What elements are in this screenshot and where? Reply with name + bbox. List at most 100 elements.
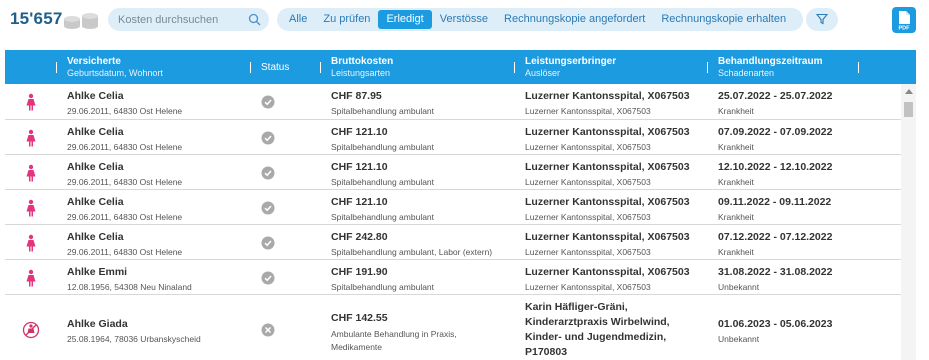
column-header-status[interactable]: Status	[261, 62, 289, 73]
status-done-icon	[261, 131, 275, 144]
service-provider: Luzerner Kantonsspital, X067503	[525, 230, 690, 243]
scroll-up-arrow-icon[interactable]	[905, 89, 913, 94]
person-crossed-icon	[22, 321, 40, 339]
pdf-export-button[interactable]: PDF	[892, 7, 916, 33]
cost-cell: CHF 121.10 Spitalbehandlung ambulant	[331, 196, 506, 222]
insured-name: Ahlke Celia	[67, 195, 124, 208]
service-type: Spitalbehandlung ambulant, Labor (extern…	[331, 246, 493, 257]
table-row[interactable]: Ahlke Celia 29.06.2011, 64830 Ost Helene C…	[5, 225, 901, 260]
insured-cell: Ahlke Emmi 12.08.1956, 54308 Neu Ninaland	[67, 266, 192, 292]
treatment-period: 25.07.2022 - 25.07.2022	[718, 90, 833, 102]
insured-name: Ahlke Celia	[67, 160, 124, 173]
insured-birth-residence: 29.06.2011, 64830 Ost Helene	[67, 141, 183, 152]
period-cell: 09.11.2022 - 09.11.2022 Krankheit	[718, 196, 831, 222]
gross-cost: CHF 242.80	[331, 230, 388, 243]
insured-name: Ahlke Celia	[67, 230, 124, 243]
svg-text:PDF: PDF	[899, 26, 911, 32]
pdf-icon: PDF	[899, 11, 911, 32]
table-row[interactable]: Ahlke Celia 29.06.2011, 64830 Ost Helene C…	[5, 120, 901, 155]
service-provider: Luzerner Kantonsspital, X067503	[525, 125, 690, 138]
table-row[interactable]: Ahlke Emmi 12.08.1956, 54308 Neu Ninaland…	[5, 260, 901, 295]
period-cell: 07.09.2022 - 07.09.2022 Krankheit	[718, 126, 832, 152]
treatment-period: 07.09.2022 - 07.09.2022	[718, 125, 833, 138]
cost-cell: CHF 121.10 Spitalbehandlung ambulant	[331, 161, 506, 187]
cost-cell: CHF 242.80 Spitalbehandlung ambulant, Lab…	[331, 231, 506, 257]
treatment-period: 01.06.2023 - 05.06.2023	[718, 318, 833, 330]
service-provider: Luzerner Kantonsspital, X067503	[525, 160, 690, 173]
filter-tab[interactable]: Rechnungskopie erhalten	[653, 10, 794, 29]
service-type: Ambulante Behandlung in Praxis, Medikame…	[331, 329, 457, 352]
insured-birth-residence: 29.06.2011, 64830 Ost Helene	[67, 176, 183, 187]
service-provider: Luzerner Kantonsspital, X067503	[525, 195, 690, 208]
damage-type: Krankheit	[718, 106, 754, 116]
filter-tab[interactable]: Alle	[281, 10, 315, 29]
column-header-cost[interactable]: Bruttokosten Leistungsarten	[331, 56, 393, 78]
gross-cost: CHF 121.10	[331, 160, 388, 173]
insured-cell: Ahlke Celia 29.06.2011, 64830 Ost Helene	[67, 231, 182, 257]
table-row[interactable]: Ahlke Giada 25.08.1964, 78036 Urbanskysch…	[5, 295, 901, 360]
column-separator	[250, 62, 251, 73]
provider-cell: Luzerner Kantonsspital, X067503 Luzerner …	[525, 90, 705, 116]
trigger: Luzerner Kantonsspital, X067503	[525, 281, 651, 292]
service-type: Spitalbehandlung ambulant	[331, 211, 435, 222]
column-separator	[514, 62, 515, 73]
period-cell: 25.07.2022 - 25.07.2022 Krankheit	[718, 90, 832, 116]
gross-cost: CHF 191.90	[331, 265, 388, 278]
service-type: Spitalbehandlung ambulant	[331, 176, 435, 187]
cost-cell: CHF 87.95 Spitalbehandlung ambulant	[331, 90, 506, 116]
column-header-insured[interactable]: Versicherte Geburtsdatum, Wohnort	[67, 56, 163, 78]
damage-type: Krankheit	[718, 246, 754, 257]
filter-tab[interactable]: Erledigt	[378, 10, 432, 29]
trigger: Luzerner Kantonsspital, X067503	[525, 211, 651, 222]
service-type: Spitalbehandlung ambulant	[331, 106, 435, 116]
service-type: Spitalbehandlung ambulant	[331, 281, 435, 292]
status-done-icon	[261, 201, 275, 214]
damage-type: Krankheit	[718, 211, 754, 222]
insured-birth-residence: 12.08.1956, 54308 Neu Ninaland	[67, 281, 192, 292]
trigger: Luzerner Kantonsspital, X067503	[525, 176, 651, 187]
treatment-period: 12.10.2022 - 12.10.2022	[718, 160, 833, 173]
insured-cell: Ahlke Giada 25.08.1964, 78036 Urbanskysch…	[67, 318, 201, 344]
column-header-period[interactable]: Behandlungszeitraum Schadenarten	[718, 56, 822, 78]
filter-tab[interactable]: Zu prüfen	[315, 10, 378, 29]
female-person-icon	[26, 269, 36, 286]
insured-name: Ahlke Celia	[67, 125, 124, 138]
search-icon[interactable]	[248, 13, 261, 26]
column-separator	[707, 62, 708, 73]
female-person-icon	[26, 93, 36, 111]
gross-cost: CHF 87.95	[331, 90, 382, 102]
table-row[interactable]: Ahlke Celia 29.06.2011, 64830 Ost Helene C…	[5, 155, 901, 190]
service-provider: Luzerner Kantonsspital, X067503	[525, 90, 690, 102]
cost-cell: CHF 191.90 Spitalbehandlung ambulant	[331, 266, 506, 292]
service-provider: Luzerner Kantonsspital, X067503	[525, 265, 690, 278]
insured-birth-residence: 25.08.1964, 78036 Urbanskyscheid	[67, 334, 201, 344]
column-separator	[56, 62, 57, 73]
female-person-icon	[26, 199, 36, 216]
filter-funnel-icon	[816, 13, 828, 25]
insured-cell: Ahlke Celia 29.06.2011, 64830 Ost Helene	[67, 126, 182, 152]
filter-tab[interactable]: Verstösse	[432, 10, 496, 29]
column-header-provider[interactable]: Leistungserbringer Auslöser	[525, 56, 616, 78]
scrollbar-thumb[interactable]	[904, 102, 913, 117]
damage-type: Unbekannt	[718, 334, 760, 344]
table-row[interactable]: Ahlke Celia 29.06.2011, 64830 Ost Helene C…	[5, 84, 901, 120]
search-box[interactable]	[108, 8, 269, 31]
column-separator	[858, 62, 859, 73]
filter-button[interactable]	[806, 8, 838, 31]
provider-cell: Luzerner Kantonsspital, X067503 Luzerner …	[525, 126, 705, 152]
insured-cell: Ahlke Celia 29.06.2011, 64830 Ost Helene	[67, 196, 182, 222]
toolbar: 15'657 AlleZu prüfenErledigtVerstösseRec…	[0, 0, 929, 44]
provider-cell: Luzerner Kantonsspital, X067503 Luzerner …	[525, 266, 705, 292]
cost-count: 15'657	[10, 9, 63, 28]
period-cell: 12.10.2022 - 12.10.2022 Krankheit	[718, 161, 832, 187]
status-done-icon	[261, 271, 275, 284]
damage-type: Krankheit	[718, 141, 754, 152]
insured-birth-residence: 29.06.2011, 64830 Ost Helene	[67, 211, 183, 222]
filter-tab[interactable]: Rechnungskopie angefordert	[496, 10, 653, 29]
period-cell: 07.12.2022 - 07.12.2022 Krankheit	[718, 231, 832, 257]
search-input[interactable]	[108, 8, 248, 31]
cost-cell: CHF 121.10 Spitalbehandlung ambulant	[331, 126, 506, 152]
table-row[interactable]: Ahlke Celia 29.06.2011, 64830 Ost Helene C…	[5, 190, 901, 225]
period-cell: 01.06.2023 - 05.06.2023 Unbekannt	[718, 318, 832, 344]
vertical-scrollbar[interactable]	[901, 84, 916, 360]
